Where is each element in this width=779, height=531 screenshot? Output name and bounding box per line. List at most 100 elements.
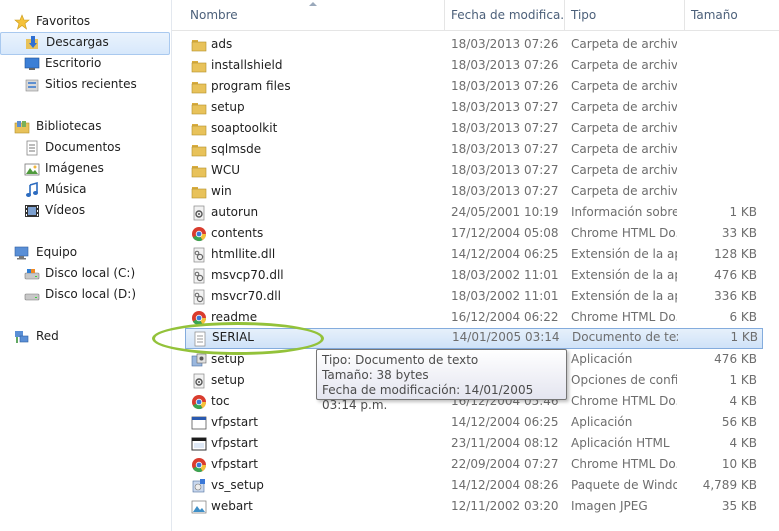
nav-item-documentos[interactable]: Documentos xyxy=(24,137,164,158)
nav-item-label: Descargas xyxy=(46,35,109,49)
folder-icon xyxy=(191,82,207,94)
nav-network[interactable]: Red xyxy=(14,326,164,347)
cell-type: Chrome HTML Do... xyxy=(571,394,677,408)
column-header-name[interactable]: Nombre xyxy=(184,0,445,30)
nav-item-label: Imágenes xyxy=(45,161,104,175)
cell-size: 4 KB xyxy=(729,394,757,408)
cell-name: vfpstart xyxy=(211,436,258,450)
table-row[interactable]: msvcr70.dll 18/03/2002 11:01 ... Extensión… xyxy=(172,286,779,307)
file-list-pane: Nombre Fecha de modifica... Tipo Tamaño … xyxy=(172,0,779,531)
cell-type: Extensión de la apl... xyxy=(571,268,677,282)
cell-size: 35 KB xyxy=(721,499,757,513)
table-row[interactable]: setup 18/03/2013 07:27 a... Carpeta de arc… xyxy=(172,97,779,118)
music-icon xyxy=(26,182,38,197)
column-header-type[interactable]: Tipo xyxy=(565,0,685,30)
table-row[interactable]: vfpstart 14/12/2004 06:25 a... Aplicación 5… xyxy=(172,412,779,433)
hta-icon xyxy=(191,437,207,451)
folder-icon xyxy=(191,61,207,73)
cell-date: 14/12/2004 06:25 a... xyxy=(451,247,563,261)
drive-c-icon xyxy=(24,269,40,280)
cell-name: setup xyxy=(211,100,245,114)
nav-item-label: Disco local (C:) xyxy=(45,266,136,280)
cell-type: Aplicación xyxy=(571,415,633,429)
nav-computer[interactable]: Equipo xyxy=(14,242,164,263)
cell-type: Documento de tex... xyxy=(572,330,678,344)
cell-type: Información sobre... xyxy=(571,205,677,219)
table-row[interactable]: installshield 18/03/2013 07:26 a... Carpet… xyxy=(172,55,779,76)
table-row[interactable]: msvcp70.dll 18/03/2002 11:01 ... Extensión… xyxy=(172,265,779,286)
nav-item-escritorio[interactable]: Escritorio xyxy=(24,53,164,74)
cell-type: Chrome HTML Do... xyxy=(571,457,677,471)
nav-item-label: Música xyxy=(45,182,87,196)
cell-name: ads xyxy=(211,37,233,51)
downloads-folder-icon xyxy=(26,36,38,49)
table-row[interactable]: win 18/03/2013 07:27 a... Carpeta de archi… xyxy=(172,181,779,202)
cell-name: htmllite.dll xyxy=(211,247,276,261)
column-header-size[interactable]: Tamaño xyxy=(685,0,765,30)
column-header: Nombre Fecha de modifica... Tipo Tamaño xyxy=(172,0,779,31)
network-icon xyxy=(15,331,29,343)
cell-name: installshield xyxy=(211,58,283,72)
drive-d-icon xyxy=(24,293,40,301)
folder-icon xyxy=(191,166,207,178)
recent-places-icon xyxy=(25,79,39,92)
file-rows: ads 18/03/2013 07:26 a... Carpeta de archi… xyxy=(172,34,779,517)
nav-libraries[interactable]: Bibliotecas xyxy=(14,116,164,137)
cell-size: 56 KB xyxy=(721,415,757,429)
videos-icon xyxy=(25,205,39,217)
ini-icon xyxy=(193,205,205,221)
cell-name: msvcr70.dll xyxy=(211,289,281,303)
table-row[interactable]: vs_setup 14/12/2004 08:26 a... Paquete de … xyxy=(172,475,779,496)
chrome-icon xyxy=(192,227,207,242)
cell-type: Carpeta de archivos xyxy=(571,163,677,177)
table-row[interactable]: sqlmsde 18/03/2013 07:27 a... Carpeta de a… xyxy=(172,139,779,160)
dll-icon xyxy=(193,247,205,263)
nav-item-disco-d[interactable]: Disco local (D:) xyxy=(24,284,164,305)
nav-favorites[interactable]: Favoritos xyxy=(12,11,162,32)
folder-icon xyxy=(191,145,207,157)
nav-libraries-label: Bibliotecas xyxy=(36,119,102,133)
table-row[interactable]: htmllite.dll 14/12/2004 06:25 a... Extensi… xyxy=(172,244,779,265)
nav-favorites-label: Favoritos xyxy=(36,14,91,28)
table-row[interactable]: contents 17/12/2004 05:08 a... Chrome HTML… xyxy=(172,223,779,244)
chrome-icon xyxy=(192,395,207,410)
column-header-date[interactable]: Fecha de modifica... xyxy=(445,0,565,30)
table-row[interactable]: vfpstart 22/09/2004 07:27 a... Chrome HTML… xyxy=(172,454,779,475)
cell-type: Carpeta de archivos xyxy=(571,58,677,72)
cell-size: 336 KB xyxy=(714,289,757,303)
cell-type: Aplicación HTML xyxy=(571,436,670,450)
cell-date: 22/09/2004 07:27 a... xyxy=(451,457,563,471)
table-row[interactable]: webart 12/11/2002 03:20 ... Imagen JPEG 35 … xyxy=(172,496,779,517)
cell-type: Carpeta de archivos xyxy=(571,37,677,51)
cell-size: 33 KB xyxy=(721,226,757,240)
cell-date: 14/01/2005 03:14 ... xyxy=(452,330,564,344)
cell-date: 18/03/2002 11:01 ... xyxy=(451,289,563,303)
cell-size: 1 KB xyxy=(730,330,758,344)
cell-name: webart xyxy=(211,499,253,513)
table-row[interactable]: ads 18/03/2013 07:26 a... Carpeta de archi… xyxy=(172,34,779,55)
table-row[interactable]: soaptoolkit 18/03/2013 07:27 a... Carpeta … xyxy=(172,118,779,139)
cell-size: 1 KB xyxy=(729,205,757,219)
cell-date: 14/12/2004 06:25 a... xyxy=(451,415,563,429)
nav-item-descargas[interactable]: Descargas xyxy=(0,32,170,55)
cell-name: win xyxy=(211,184,232,198)
table-row[interactable]: vfpstart 23/11/2004 08:12 a... Aplicación … xyxy=(172,433,779,454)
cell-date: 24/05/2001 10:19 a... xyxy=(451,205,563,219)
table-row[interactable]: program files 18/03/2013 07:26 a... Carpet… xyxy=(172,76,779,97)
cell-name: msvcp70.dll xyxy=(211,268,284,282)
nav-network-label: Red xyxy=(36,329,59,343)
cell-size: 128 KB xyxy=(714,247,757,261)
cell-date: 18/03/2013 07:27 a... xyxy=(451,100,563,114)
table-row[interactable]: WCU 18/03/2013 07:27 a... Carpeta de archi… xyxy=(172,160,779,181)
msi-icon xyxy=(192,479,205,493)
nav-item-label: Documentos xyxy=(45,140,121,154)
cell-date: 18/03/2013 07:26 a... xyxy=(451,37,563,51)
nav-item-videos[interactable]: Vídeos xyxy=(24,200,164,221)
nav-item-imagenes[interactable]: Imágenes xyxy=(24,158,164,179)
nav-item-disco-c[interactable]: Disco local (C:) xyxy=(24,263,164,284)
nav-item-sitios-recientes[interactable]: Sitios recientes xyxy=(24,74,164,95)
nav-computer-label: Equipo xyxy=(36,245,78,259)
cell-date: 18/03/2013 07:27 a... xyxy=(451,121,563,135)
nav-item-musica[interactable]: Música xyxy=(24,179,164,200)
table-row[interactable]: autorun 24/05/2001 10:19 a... Información … xyxy=(172,202,779,223)
